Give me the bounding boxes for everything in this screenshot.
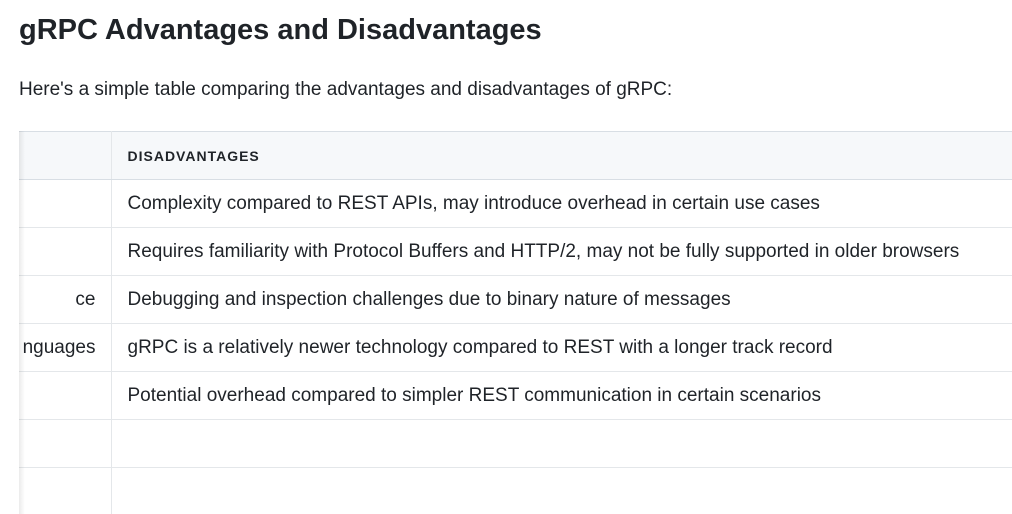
table-header-row: DISADVANTAGES (19, 131, 1012, 180)
page-title: gRPC Advantages and Disadvantages (19, 14, 542, 46)
cell-advantage (19, 227, 112, 276)
table-scroll-container[interactable]: DISADVANTAGES Complexity compared to RES… (19, 131, 1012, 514)
cell-advantage (19, 419, 112, 468)
header-disadvantages: DISADVANTAGES (111, 131, 1012, 180)
cell-advantage: ce (19, 275, 112, 324)
table-row (19, 419, 1012, 468)
comparison-table: DISADVANTAGES Complexity compared to RES… (19, 131, 1012, 514)
cell-advantage (19, 467, 112, 514)
cell-advantage: nguages (19, 323, 112, 372)
cell-disadvantage: Debugging and inspection challenges due … (111, 275, 1012, 324)
table-row: Complexity compared to REST APIs, may in… (19, 179, 1012, 228)
cell-disadvantage (111, 419, 1012, 468)
cell-disadvantage: Potential overhead compared to simpler R… (111, 371, 1012, 420)
page: gRPC Advantages and Disadvantages Here's… (0, 0, 1012, 514)
cell-advantage (19, 371, 112, 420)
cell-disadvantage (111, 467, 1012, 514)
table-row: nguages gRPC is a relatively newer techn… (19, 323, 1012, 372)
cell-disadvantage: Complexity compared to REST APIs, may in… (111, 179, 1012, 228)
cell-advantage (19, 179, 112, 228)
cell-disadvantage: gRPC is a relatively newer technology co… (111, 323, 1012, 372)
table-row: Requires familiarity with Protocol Buffe… (19, 227, 1012, 276)
table-row (19, 467, 1012, 514)
table-row: ce Debugging and inspection challenges d… (19, 275, 1012, 324)
table-row: Potential overhead compared to simpler R… (19, 371, 1012, 420)
intro-text: Here's a simple table comparing the adva… (19, 79, 673, 100)
cell-disadvantage: Requires familiarity with Protocol Buffe… (111, 227, 1012, 276)
header-advantages (19, 131, 112, 180)
